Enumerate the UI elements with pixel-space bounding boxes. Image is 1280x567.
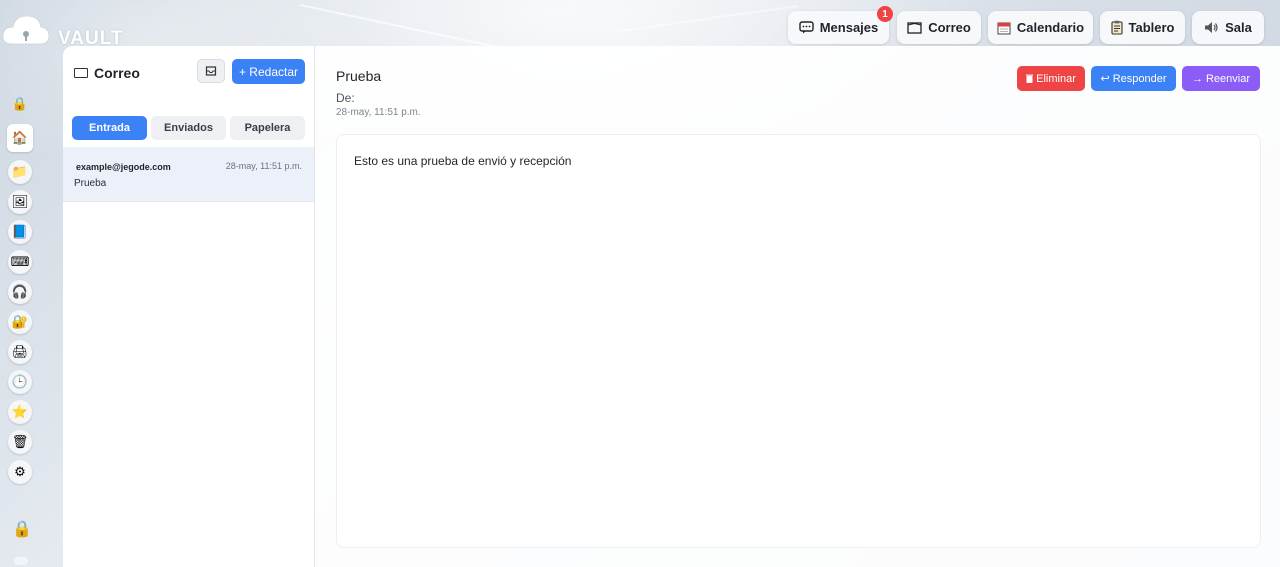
main-panel: Correo + Redactar Entrada Enviados Papel… (63, 46, 1280, 567)
star-icon[interactable]: ⭐ (8, 400, 32, 424)
speaker-icon (1205, 22, 1218, 33)
mail-tabs: Entrada Enviados Papelera (72, 116, 306, 140)
calendar-icon (997, 22, 1011, 34)
top-nav: Mensajes 1 Correo Calendario Tablero Sal… (788, 6, 1264, 45)
mail-sender: example@jegode.com (76, 162, 171, 172)
mail-title: Correo (74, 65, 140, 81)
headphones-icon[interactable]: 🎧 (8, 280, 32, 304)
nav-calendario-button[interactable]: Calendario (988, 11, 1093, 44)
forward-icon: → (1191, 72, 1203, 85)
refresh-button[interactable] (197, 59, 225, 83)
printer-icon[interactable]: 🖨 (8, 340, 32, 364)
mail-list-pane: Correo + Redactar Entrada Enviados Papel… (63, 46, 315, 567)
folder-icon[interactable]: 📁 (8, 160, 32, 184)
image-icon[interactable]: 🖼 (8, 190, 32, 214)
keyboard-icon[interactable]: ⌨ (8, 250, 32, 274)
message-subject: Prueba (336, 68, 382, 84)
mail-title-text: Correo (94, 65, 140, 81)
reply-button[interactable]: ↩ Responder (1091, 66, 1176, 91)
delete-button[interactable]: Eliminar (1017, 66, 1085, 91)
chat-icon (799, 21, 814, 34)
padlock-icon[interactable]: 🔐 (8, 310, 32, 334)
tab-entrada[interactable]: Entrada (72, 116, 147, 140)
settings-icon[interactable]: ⚙ (8, 460, 32, 484)
compose-button[interactable]: + Redactar (232, 59, 305, 84)
nav-mensajes-button[interactable]: Mensajes 1 (788, 6, 893, 44)
inbox-icon (205, 66, 217, 76)
trash-icon[interactable]: 🗑 (8, 430, 32, 454)
tab-enviados[interactable]: Enviados (151, 116, 226, 140)
mail-list-item[interactable]: example@jegode.com 28-may, 11:51 p.m. Pr… (63, 147, 314, 202)
nav-correo-button[interactable]: Correo (897, 11, 981, 44)
document-icon[interactable]: 📘 (8, 220, 32, 244)
nav-sala-button[interactable]: Sala (1192, 11, 1264, 44)
mail-subject: Prueba (74, 178, 107, 189)
message-pane: Prueba De: 28-may, 11:51 p.m. Eliminar ↩… (316, 46, 1280, 567)
clock-icon[interactable]: 🕒 (8, 370, 32, 394)
forward-button[interactable]: → Reenviar (1182, 66, 1260, 91)
message-date: 28-may, 11:51 p.m. (336, 107, 421, 118)
mail-date: 28-may, 11:51 p.m. (225, 161, 302, 171)
mail-icon (74, 68, 88, 78)
nav-label: Sala (1225, 20, 1252, 35)
nav-tablero-button[interactable]: Tablero (1100, 11, 1185, 44)
nav-label: Tablero (1128, 20, 1175, 35)
message-from-label: De: (336, 91, 355, 105)
reply-label: Responder (1112, 72, 1167, 85)
sidebar-handle[interactable] (14, 557, 28, 565)
mail-icon (907, 21, 922, 34)
message-body: Esto es una prueba de envió y recepción (336, 134, 1261, 548)
reply-icon: ↩ (1100, 73, 1110, 85)
tab-papelera[interactable]: Papelera (230, 116, 305, 140)
unread-badge: 1 (877, 6, 893, 22)
delete-label: Eliminar (1036, 72, 1076, 85)
lock-icon[interactable]: 🔒 (12, 519, 32, 539)
nav-label: Correo (928, 20, 971, 35)
lock-icon[interactable]: 🔒 (8, 92, 32, 116)
nav-label: Mensajes (819, 20, 879, 35)
message-body-text: Esto es una prueba de envió y recepción (354, 154, 572, 168)
cloud-icon (2, 15, 50, 45)
trash-icon (1026, 74, 1034, 83)
nav-label: Calendario (1016, 20, 1085, 35)
clipboard-icon (1110, 20, 1123, 35)
home-icon[interactable]: 🏠 (7, 124, 33, 152)
forward-label: Reenviar (1205, 72, 1251, 85)
